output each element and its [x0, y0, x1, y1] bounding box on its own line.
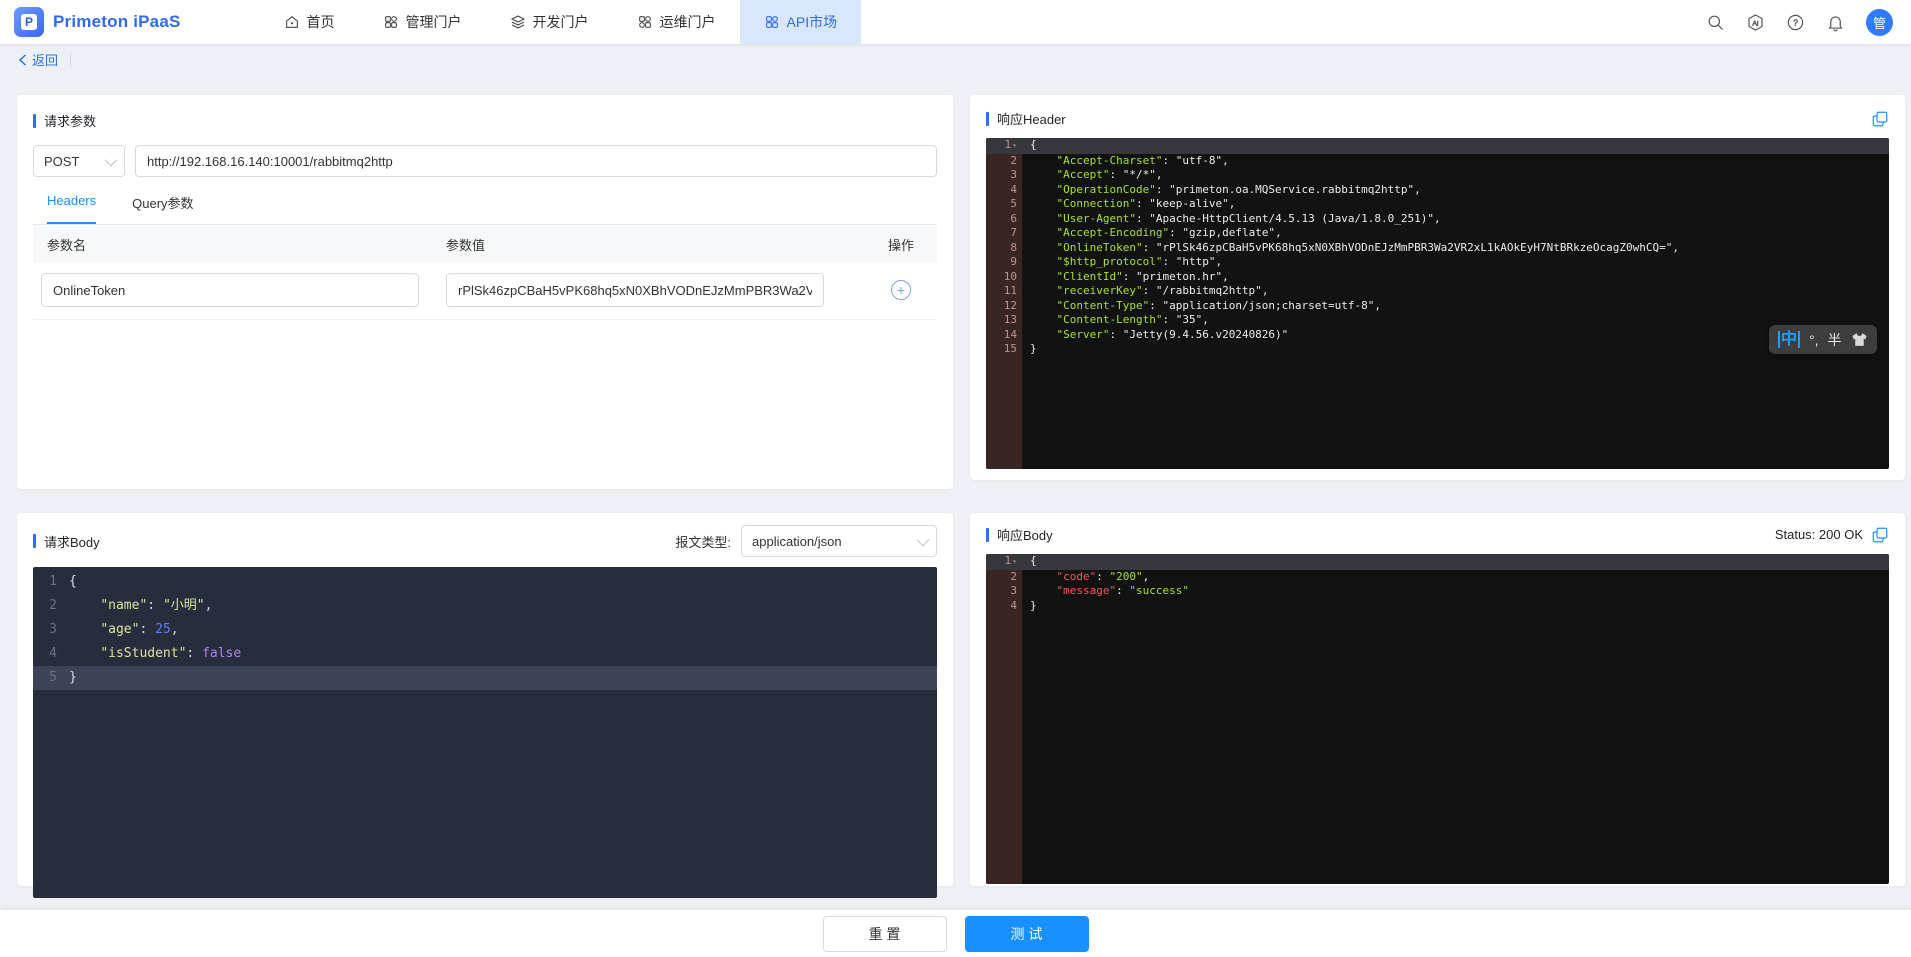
chevron-down-icon: [917, 533, 930, 546]
top-navbar: P Primeton iPaaS 首页 管理门户 开发门户 运维门户 API市场: [0, 0, 1911, 44]
footer-bar: 重 置 测 试: [0, 910, 1911, 957]
response-body-code: 1▾{2 "code": "200",3 "message": "success…: [986, 554, 1889, 884]
request-body-panel: 请求Body 报文类型: application/json 1{2 "name"…: [17, 513, 953, 886]
copy-icon[interactable]: [1871, 526, 1889, 544]
param-table-header: 参数名 参数值 操作: [33, 225, 937, 263]
title-accent-bar: [33, 114, 36, 128]
col-header-name: 参数名: [33, 235, 446, 254]
status-badge: Status: 200 OK: [1775, 527, 1863, 542]
grid-icon: [383, 14, 399, 30]
main-nav: 首页 管理门户 开发门户 运维门户 API市场: [260, 0, 862, 44]
param-tabs: Headers Query参数: [33, 193, 937, 225]
title-accent-bar: [986, 112, 989, 126]
avatar[interactable]: 管: [1866, 9, 1893, 36]
nav-item-api-market[interactable]: API市场: [740, 0, 862, 44]
ime-width-mode[interactable]: 半: [1828, 330, 1842, 350]
request-body-editor[interactable]: 1{2 "name": "小明",3 "age": 25,4 "isStuden…: [33, 567, 937, 898]
breadcrumb: 返回: [18, 50, 71, 69]
response-body-title: 响应Body: [986, 525, 1053, 544]
help-icon[interactable]: ?: [1786, 13, 1805, 32]
test-button[interactable]: 测 试: [965, 916, 1089, 952]
request-params-panel: 请求参数 POST Headers Query参数 参数名 参数值 操作 +: [17, 95, 953, 489]
title-accent-bar: [33, 534, 36, 548]
back-button[interactable]: 返回: [18, 50, 58, 69]
nav-item-home[interactable]: 首页: [260, 0, 359, 44]
ai-assistant-icon[interactable]: AI: [1746, 13, 1765, 32]
chevron-left-icon: [18, 54, 27, 66]
param-value-input[interactable]: [446, 273, 824, 307]
param-name-input[interactable]: [41, 273, 419, 307]
grid-icon: [764, 14, 780, 30]
request-params-title: 请求参数: [33, 111, 937, 130]
topbar-actions: AI ? 管: [1706, 9, 1911, 36]
nav-item-label: 开发门户: [533, 12, 589, 32]
request-body-title: 请求Body: [33, 532, 100, 551]
chevron-down-icon: [105, 153, 118, 166]
col-header-value: 参数值: [446, 235, 865, 254]
svg-text:AI: AI: [1752, 20, 1758, 27]
svg-text:?: ?: [1793, 17, 1798, 27]
content-type-value: application/json: [752, 534, 842, 549]
nav-item-label: 运维门户: [660, 12, 716, 32]
method-select-value: POST: [44, 154, 79, 169]
reset-button[interactable]: 重 置: [823, 916, 947, 952]
bell-icon[interactable]: [1826, 13, 1845, 32]
response-body-panel: 响应Body Status: 200 OK 1▾{2 "code": "200"…: [970, 513, 1905, 886]
col-header-action: 操作: [865, 235, 937, 254]
tab-headers[interactable]: Headers: [47, 193, 96, 224]
content-type-label: 报文类型:: [675, 532, 731, 551]
response-header-panel: 响应Header 1▾{2 "Accept-Charset": "utf-8",…: [970, 95, 1905, 480]
breadcrumb-divider: [70, 53, 71, 67]
brand-name: Primeton iPaaS: [53, 12, 181, 32]
url-input[interactable]: [135, 145, 937, 177]
nav-item-label: 首页: [307, 12, 335, 32]
tab-query-params[interactable]: Query参数: [132, 193, 193, 224]
brand[interactable]: P Primeton iPaaS: [0, 7, 195, 37]
content-type-select[interactable]: application/json: [741, 525, 937, 557]
brand-logo-icon: P: [14, 7, 44, 37]
nav-item-label: API市场: [787, 12, 838, 32]
back-label: 返回: [32, 50, 58, 69]
nav-item-ops-portal[interactable]: 运维门户: [613, 0, 740, 44]
ime-skin-icon[interactable]: [1851, 332, 1868, 347]
home-icon: [284, 14, 300, 30]
grid-icon: [637, 14, 653, 30]
add-param-button[interactable]: +: [891, 280, 911, 300]
copy-icon[interactable]: [1871, 110, 1889, 128]
brand-logo-letter: P: [21, 14, 37, 30]
response-header-title: 响应Header: [986, 109, 1066, 128]
param-table-row: +: [33, 263, 937, 320]
search-icon[interactable]: [1706, 13, 1725, 32]
ime-punctuation-mode[interactable]: °,: [1809, 332, 1819, 348]
response-header-code: 1▾{2 "Accept-Charset": "utf-8",3 "Accept…: [986, 138, 1889, 469]
layers-icon: [510, 14, 526, 30]
nav-item-admin-portal[interactable]: 管理门户: [359, 0, 486, 44]
title-accent-bar: [986, 528, 989, 542]
nav-item-dev-portal[interactable]: 开发门户: [486, 0, 613, 44]
method-select[interactable]: POST: [33, 145, 125, 177]
nav-item-label: 管理门户: [406, 12, 462, 32]
ime-language-mode[interactable]: 中: [1778, 331, 1800, 348]
ime-toolbar: 中 °, 半: [1769, 325, 1877, 354]
